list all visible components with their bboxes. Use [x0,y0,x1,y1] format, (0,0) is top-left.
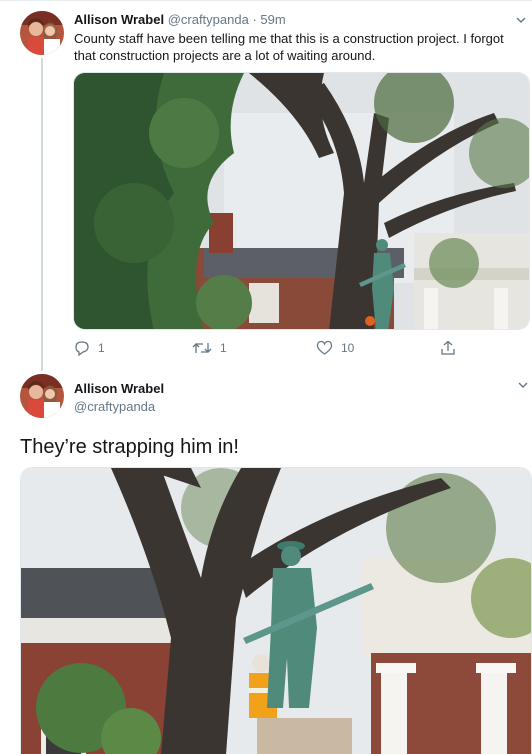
retweet-button[interactable]: 1 [192,340,227,356]
retweet-count: 1 [220,341,227,355]
share-button[interactable] [440,340,456,356]
share-icon [440,340,456,356]
reply-button[interactable]: 1 [74,340,105,356]
reply-count: 1 [98,341,105,355]
tweet-header: Allison Wrabel @craftypanda · 59m [74,12,286,27]
heart-icon [316,340,333,356]
retweet-icon [192,340,212,356]
avatar[interactable] [20,11,64,55]
tweet-actions: 1 1 10 [74,340,464,358]
thread-connector-line [41,58,43,371]
tweet-photo[interactable] [73,72,530,330]
like-count: 10 [341,341,355,355]
author-handle[interactable]: @craftypanda [168,12,249,27]
chevron-down-icon[interactable] [518,379,528,393]
tweet-photo[interactable] [20,467,532,754]
avatar[interactable] [20,374,64,418]
timestamp[interactable]: 59m [260,12,285,27]
reply-icon [74,340,90,356]
author-name[interactable]: Allison Wrabel [74,12,164,27]
top-divider [0,0,532,1]
tweet-text: County staff have been telling me that t… [74,31,504,63]
like-button[interactable]: 10 [316,340,354,356]
separator-dot: · [248,12,261,27]
chevron-down-icon[interactable] [516,14,526,28]
tweet-text: They’re strapping him in! [20,436,239,458]
author-handle[interactable]: @craftypanda [74,399,155,414]
author-name[interactable]: Allison Wrabel [74,381,164,396]
